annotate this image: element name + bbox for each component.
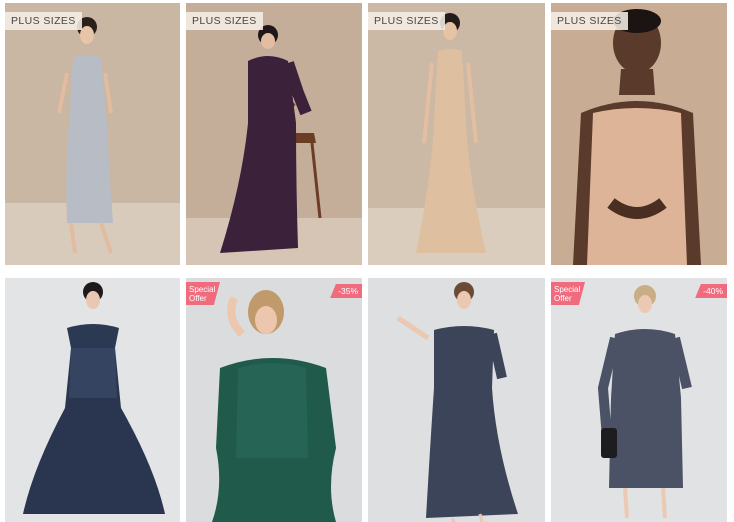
product-card-grey-satin-dress[interactable]: PLUS SIZES [5,3,180,265]
product-photo [5,3,180,265]
product-photo [551,278,727,522]
plus-sizes-tag: PLUS SIZES [551,12,628,30]
product-card-champagne-gown[interactable]: PLUS SIZES [368,3,545,265]
product-photo [186,278,362,522]
plus-sizes-tag: PLUS SIZES [5,12,82,30]
product-photo [368,278,545,522]
product-card-slate-sheath-dress[interactable]: Special Offer -40% [551,278,727,522]
product-card-navy-lace-gown[interactable] [5,278,180,522]
product-photo [551,3,727,265]
product-card-blush-slip-dress[interactable]: PLUS SIZES [551,3,727,265]
product-card-plum-gown[interactable]: PLUS SIZES [186,3,362,265]
plus-sizes-tag: PLUS SIZES [368,12,445,30]
product-photo [5,278,180,522]
product-photo [186,3,362,265]
product-card-emerald-lace-dress[interactable]: Special Offer -35% [186,278,362,522]
product-photo [368,3,545,265]
plus-sizes-tag: PLUS SIZES [186,12,263,30]
product-grid: PLUS SIZES PLUS SIZES PLUS SIZES PLUS SI… [0,0,734,522]
product-card-slate-lace-dress[interactable] [368,278,545,522]
